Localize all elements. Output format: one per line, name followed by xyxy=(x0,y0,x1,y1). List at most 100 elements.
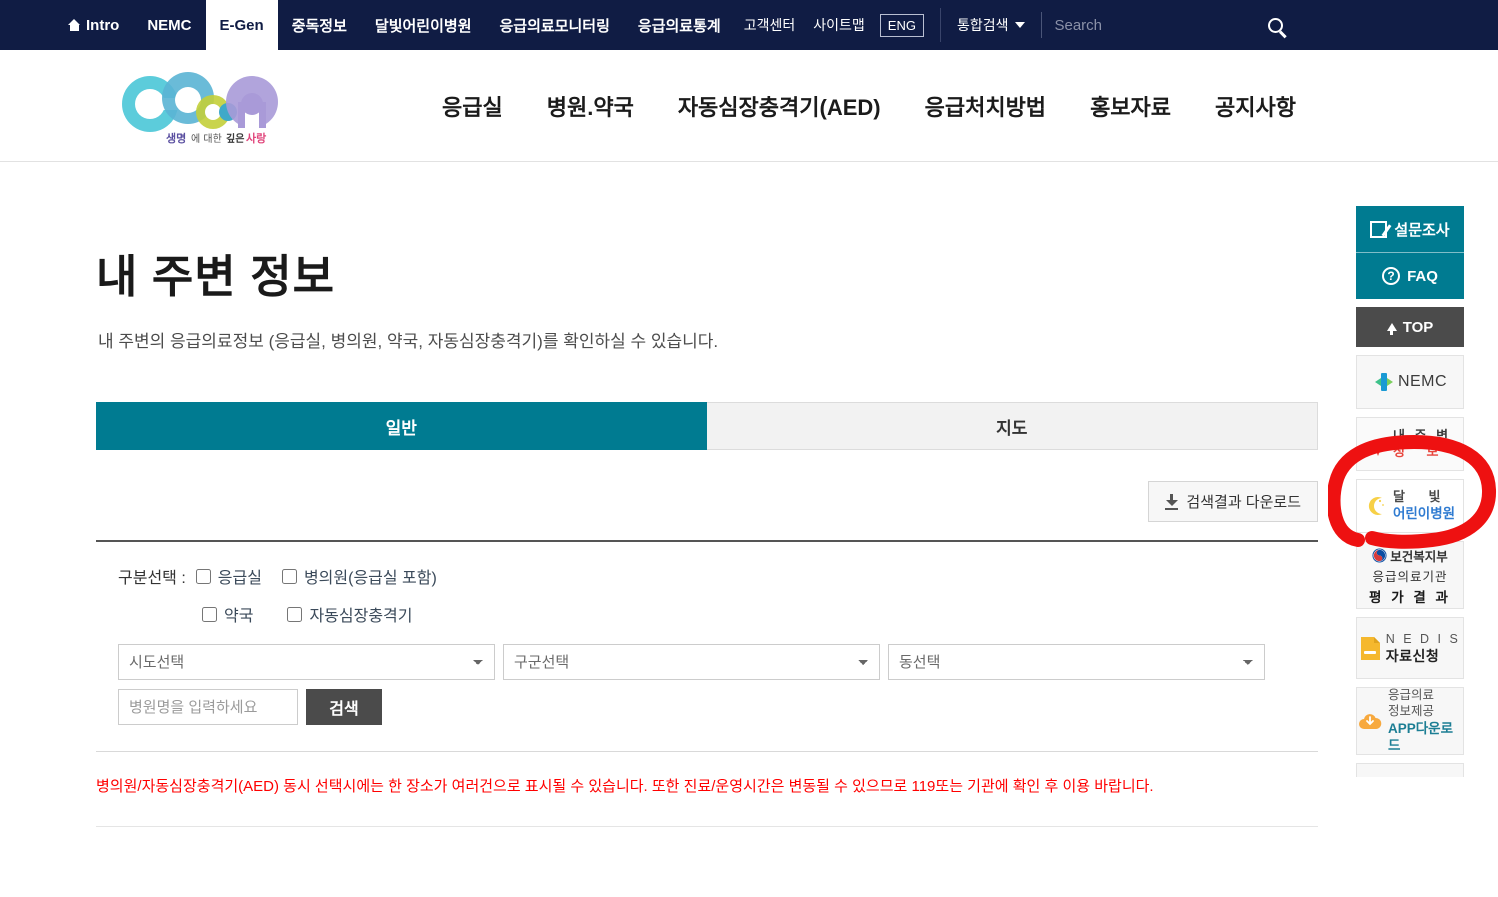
svg-text:에 대한: 에 대한 xyxy=(191,133,222,145)
magnifier-icon xyxy=(1267,17,1283,33)
sidebar-item-around-me-text: 내 주 변 정 보 xyxy=(1393,428,1451,461)
tab-map[interactable]: 지도 xyxy=(706,402,1318,450)
checkbox-pharmacy[interactable]: 약국 xyxy=(202,602,253,626)
topnav-item-customer-center[interactable]: 고객센터 xyxy=(735,0,805,50)
search-form-panel: 구분선택 : 응급실 병의원(응급실 포함) 약국 자동심장충격기 시도선택 구… xyxy=(96,540,1318,752)
checkbox-aed[interactable]: 자동심장충격기 xyxy=(287,602,413,626)
select-dong[interactable]: 동선택 xyxy=(888,644,1265,680)
sidebar-item-nedis[interactable]: N E D I S 자료신청 xyxy=(1356,617,1464,679)
region-select-row: 시도선택 구군선택 동선택 xyxy=(118,644,1296,680)
search-scope-dropdown[interactable]: 통합검색 xyxy=(945,0,1032,50)
sidebar-item-moonlight-text: 달 빛 어린이병원 xyxy=(1393,489,1455,522)
sidebar-item-faq[interactable]: ? FAQ xyxy=(1356,253,1464,299)
topnav-divider xyxy=(939,8,941,42)
sidebar-item-nemc[interactable]: NEMC xyxy=(1356,355,1464,409)
download-icon xyxy=(1165,494,1179,510)
view-tabs: 일반 지도 xyxy=(96,402,1318,450)
mainnav-item-promotional-label: 홍보자료 xyxy=(1090,95,1172,120)
sidebar-item-around-me-line1: 내 주 변 xyxy=(1392,427,1452,443)
download-row: 검색결과 다운로드 xyxy=(96,481,1318,522)
download-results-button[interactable]: 검색결과 다운로드 xyxy=(1148,481,1318,522)
checkbox-emergency-room[interactable]: 응급실 xyxy=(195,564,262,588)
topnav-item-egen-label: E-Gen xyxy=(219,16,264,34)
warning-message: 병의원/자동심장충격기(AED) 동시 선택시에는 한 장소가 여러건으로 표시… xyxy=(96,778,1154,795)
sidebar-item-around-me[interactable]: 내 주 변 정 보 xyxy=(1356,417,1464,471)
global-search-button[interactable] xyxy=(1252,0,1298,50)
sidebar-item-mohw-line2: 응급의료기관 xyxy=(1372,570,1448,584)
topnav-item-customer-center-label: 고객센터 xyxy=(743,17,796,33)
sidebar-item-faq-label: FAQ xyxy=(1407,267,1438,285)
main-navigation: 응급실 병원.약국 자동심장충격기(AED) 응급처치방법 홍보자료 공지사항 xyxy=(420,50,1318,162)
document-icon xyxy=(1360,636,1380,660)
sidebar-item-survey-label: 설문조사 xyxy=(1394,221,1450,239)
mainnav-item-emergency-room[interactable]: 응급실 xyxy=(420,90,525,122)
crescent-moon-icon xyxy=(1365,494,1389,518)
global-search-input[interactable] xyxy=(1052,15,1253,35)
sidebar-item-around-me-line2: 정 보 xyxy=(1392,444,1448,459)
top-nav-items: Intro NEMC E-Gen 중독정보 달빛어린이병원 응급의료모니터링 응… xyxy=(0,0,1298,50)
mainnav-item-aed[interactable]: 자동심장충격기(AED) xyxy=(656,90,903,122)
topnav-item-poison-info-label: 중독정보 xyxy=(291,17,347,35)
checkbox-clinic-hospital[interactable]: 병의원(응급실 포함) xyxy=(281,564,437,588)
sidebar-item-scroll-top[interactable]: TOP xyxy=(1356,307,1464,347)
top-utility-nav: Intro NEMC E-Gen 중독정보 달빛어린이병원 응급의료모니터링 응… xyxy=(0,0,1498,50)
sidebar-item-survey[interactable]: 설문조사 xyxy=(1356,206,1464,252)
mainnav-item-aed-label: 자동심장충격기(AED) xyxy=(677,95,881,120)
mainnav-item-hospital-pharmacy[interactable]: 병원.약국 xyxy=(525,90,656,122)
sidebar-item-nedis-line2: 자료신청 xyxy=(1385,648,1440,665)
language-toggle-label: ENG xyxy=(887,17,916,33)
topnav-item-sitemap[interactable]: 사이트맵 xyxy=(804,0,874,50)
topnav-item-intro[interactable]: Intro xyxy=(60,0,133,50)
topnav-item-monitoring[interactable]: 응급의료모니터링 xyxy=(486,0,624,50)
sidebar-item-nedis-text: N E D I S 자료신청 xyxy=(1386,631,1461,665)
mainnav-item-notice-label: 공지사항 xyxy=(1215,95,1296,120)
mainnav-item-first-aid-label: 응급처치방법 xyxy=(924,95,1047,120)
korea-gov-emblem-icon xyxy=(1372,548,1387,563)
topnav-item-egen[interactable]: E-Gen xyxy=(205,0,278,50)
topnav-item-statistics[interactable]: 응급의료통계 xyxy=(624,0,735,50)
map-pin-icon xyxy=(1369,431,1388,457)
tab-map-label: 지도 xyxy=(996,418,1028,438)
sidebar-item-nemc-label: NEMC xyxy=(1397,373,1448,390)
egen-logo[interactable]: 생명 에 대한 깊은 사랑 xyxy=(118,68,280,146)
checkbox-emergency-room-input[interactable] xyxy=(195,568,211,584)
select-sido[interactable]: 시도선택 xyxy=(118,644,495,680)
download-results-label: 검색결과 다운로드 xyxy=(1186,494,1301,511)
language-toggle-eng[interactable]: ENG xyxy=(879,13,924,37)
svg-text:깊은: 깊은 xyxy=(226,133,244,145)
sidebar-item-app-line1: 응급의료 xyxy=(1388,688,1435,703)
sidebar-separator xyxy=(1356,252,1464,253)
checkbox-clinic-hospital-input[interactable] xyxy=(281,568,297,584)
sidebar-item-moonlight-hospital[interactable]: 달 빛 어린이병원 xyxy=(1356,479,1464,533)
sidebar-item-mohw-evaluation[interactable]: 보건복지부 응급의료기관 평 가 결 과 xyxy=(1356,541,1464,609)
question-circle-icon: ? xyxy=(1382,267,1401,285)
checkbox-clinic-hospital-label: 병의원(응급실 포함) xyxy=(303,570,437,587)
sidebar-teal-group: 설문조사 ? FAQ xyxy=(1356,206,1464,299)
mainnav-item-hospital-pharmacy-label: 병원.약국 xyxy=(546,95,634,120)
select-gugun[interactable]: 구군선택 xyxy=(503,644,880,680)
mainnav-item-first-aid[interactable]: 응급처치방법 xyxy=(903,90,1068,122)
tab-general[interactable]: 일반 xyxy=(96,402,707,450)
sidebar-item-nedis-line1: N E D I S xyxy=(1385,631,1461,646)
checkbox-pharmacy-label: 약국 xyxy=(224,608,254,625)
hospital-name-input[interactable] xyxy=(118,689,298,725)
home-icon xyxy=(68,19,81,31)
topnav-item-nemc[interactable]: NEMC xyxy=(133,0,205,50)
topnav-item-monitoring-label: 응급의료모니터링 xyxy=(499,17,610,35)
site-header: 생명 에 대한 깊은 사랑 응급실 병원.약국 자동심장충격기(AED) 응급처… xyxy=(0,50,1498,162)
checkbox-aed-label: 자동심장충격기 xyxy=(309,608,413,625)
search-divider xyxy=(1041,12,1043,38)
checkbox-pharmacy-input[interactable] xyxy=(202,606,217,622)
mainnav-item-promotional[interactable]: 홍보자료 xyxy=(1068,90,1193,122)
checkbox-aed-input[interactable] xyxy=(287,606,303,622)
topnav-item-poison-info[interactable]: 중독정보 xyxy=(278,0,361,50)
cloud-download-icon xyxy=(1359,714,1382,729)
sidebar-item-app-line3: APP다운로드 xyxy=(1388,720,1454,754)
nemc-cross-icon xyxy=(1373,371,1395,393)
page-body: 내 주변 정보 내 주변의 응급의료정보 (응급실, 병의원, 약국, 자동심장… xyxy=(0,162,1498,897)
page-subtitle: 내 주변의 응급의료정보 (응급실, 병의원, 약국, 자동심장충격기)를 확인… xyxy=(98,332,719,351)
search-submit-button[interactable]: 검색 xyxy=(306,689,382,725)
sidebar-item-app-download[interactable]: 응급의료 정보제공 APP다운로드 xyxy=(1356,687,1464,755)
topnav-item-moonlight-hospital[interactable]: 달빛어린이병원 xyxy=(361,0,486,50)
mainnav-item-notice[interactable]: 공지사항 xyxy=(1193,90,1318,122)
